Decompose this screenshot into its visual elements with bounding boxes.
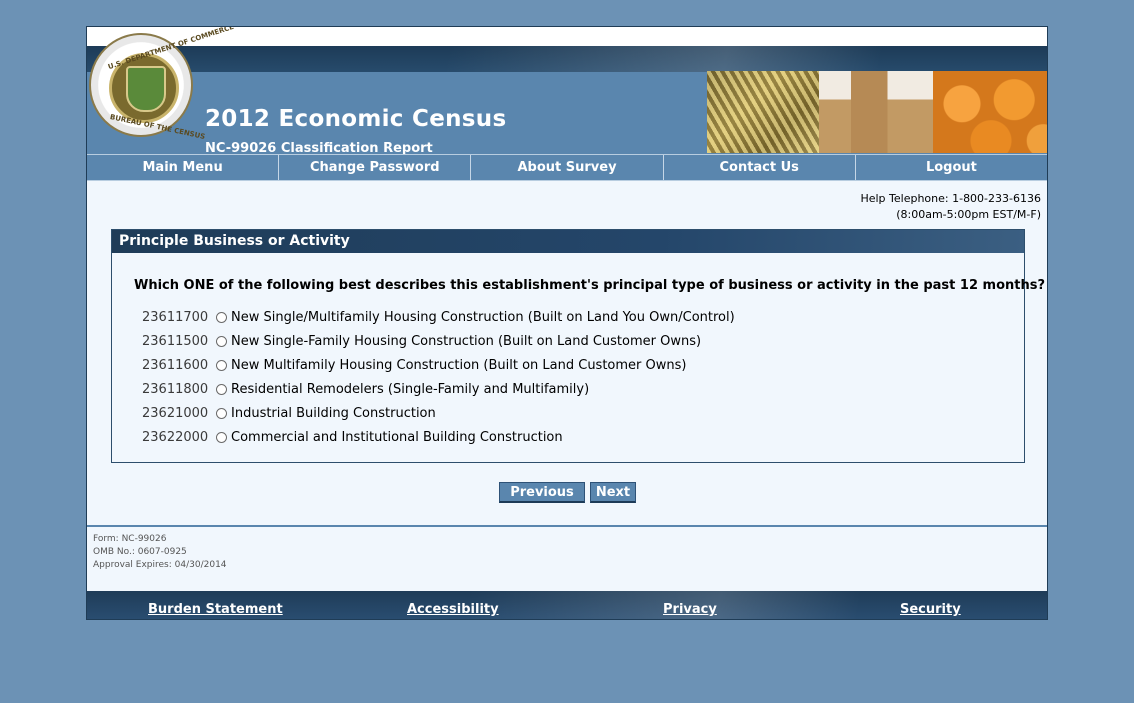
option-code: 23611800 — [142, 381, 209, 397]
page-frame: 2012 Economic Census NC-99026 Classifica… — [86, 26, 1048, 620]
option-radio[interactable] — [216, 407, 227, 419]
nav-about-survey[interactable]: About Survey — [471, 155, 664, 180]
previous-button[interactable]: Previous — [499, 482, 585, 503]
option-row: 23611800 Residential Remodelers (Single-… — [142, 379, 589, 399]
header-photos — [707, 71, 1047, 153]
nav-main-menu[interactable]: Main Menu — [87, 155, 280, 180]
option-radio[interactable] — [216, 335, 227, 347]
nav-contact-us[interactable]: Contact Us — [664, 155, 856, 180]
main-nav: Main Menu Change Password About Survey C… — [87, 154, 1047, 181]
option-radio[interactable] — [216, 311, 227, 323]
option-row: 23611600 New Multifamily Housing Constru… — [142, 355, 686, 375]
omb-number: OMB No.: 0607-0925 — [93, 547, 187, 557]
help-telephone: Help Telephone: 1-800-233-6136 — [860, 192, 1041, 205]
question-panel: Principle Business or Activity Which ONE… — [111, 229, 1045, 463]
option-label[interactable]: New Single-Family Housing Construction (… — [231, 334, 701, 349]
option-label[interactable]: New Single/Multifamily Housing Construct… — [231, 310, 735, 325]
nav-logout[interactable]: Logout — [856, 155, 1047, 180]
option-label[interactable]: Industrial Building Construction — [231, 406, 436, 421]
option-radio[interactable] — [216, 431, 227, 443]
option-code: 23611500 — [142, 333, 209, 349]
footer-link-burden-statement[interactable]: Burden Statement — [148, 602, 283, 617]
seal-shield-icon — [126, 66, 166, 112]
help-contact: Help Telephone: 1-800-233-6136 (8:00am-5… — [860, 191, 1041, 223]
question-text: Which ONE of the following best describe… — [134, 276, 1047, 293]
screws-photo — [707, 71, 819, 153]
footer-divider — [87, 525, 1047, 527]
option-row: 23611500 New Single-Family Housing Const… — [142, 331, 701, 351]
option-radio[interactable] — [216, 359, 227, 371]
option-code: 23611700 — [142, 309, 209, 325]
boxes-photo — [819, 71, 933, 153]
panel-title: Principle Business or Activity — [112, 230, 1024, 253]
question-label: Which ONE of the following best describe… — [134, 278, 1046, 293]
option-label[interactable]: New Multifamily Housing Construction (Bu… — [231, 358, 686, 373]
footer-link-privacy[interactable]: Privacy — [663, 602, 717, 617]
next-button[interactable]: Next — [590, 482, 636, 503]
form-number: Form: NC-99026 — [93, 534, 167, 544]
oranges-photo — [933, 71, 1047, 153]
census-seal-logo: U.S. DEPARTMENT OF COMMERCE BUREAU OF TH… — [89, 27, 235, 141]
option-code: 23622000 — [142, 429, 209, 445]
approval-expires: Approval Expires: 04/30/2014 — [93, 560, 227, 570]
form-info: Form: NC-99026 OMB No.: 0607-0925 Approv… — [93, 533, 227, 572]
site-header: 2012 Economic Census NC-99026 Classifica… — [87, 46, 1047, 154]
option-row: 23621000 Industrial Building Constructio… — [142, 403, 436, 423]
site-subtitle: NC-99026 Classification Report — [205, 141, 433, 154]
nav-change-password[interactable]: Change Password — [279, 155, 472, 180]
footer-link-accessibility[interactable]: Accessibility — [407, 602, 499, 617]
option-code: 23621000 — [142, 405, 209, 421]
site-title: 2012 Economic Census — [205, 106, 507, 132]
help-hours: (8:00am-5:00pm EST/M-F) — [896, 208, 1041, 221]
option-label[interactable]: Residential Remodelers (Single-Family an… — [231, 382, 589, 397]
option-code: 23611600 — [142, 357, 209, 373]
option-radio[interactable] — [216, 383, 227, 395]
option-row: 23622000 Commercial and Institutional Bu… — [142, 427, 563, 447]
option-label[interactable]: Commercial and Institutional Building Co… — [231, 430, 563, 445]
footer-link-security[interactable]: Security — [900, 602, 961, 617]
option-row: 23611700 New Single/Multifamily Housing … — [142, 307, 735, 327]
header-band — [87, 46, 1047, 72]
